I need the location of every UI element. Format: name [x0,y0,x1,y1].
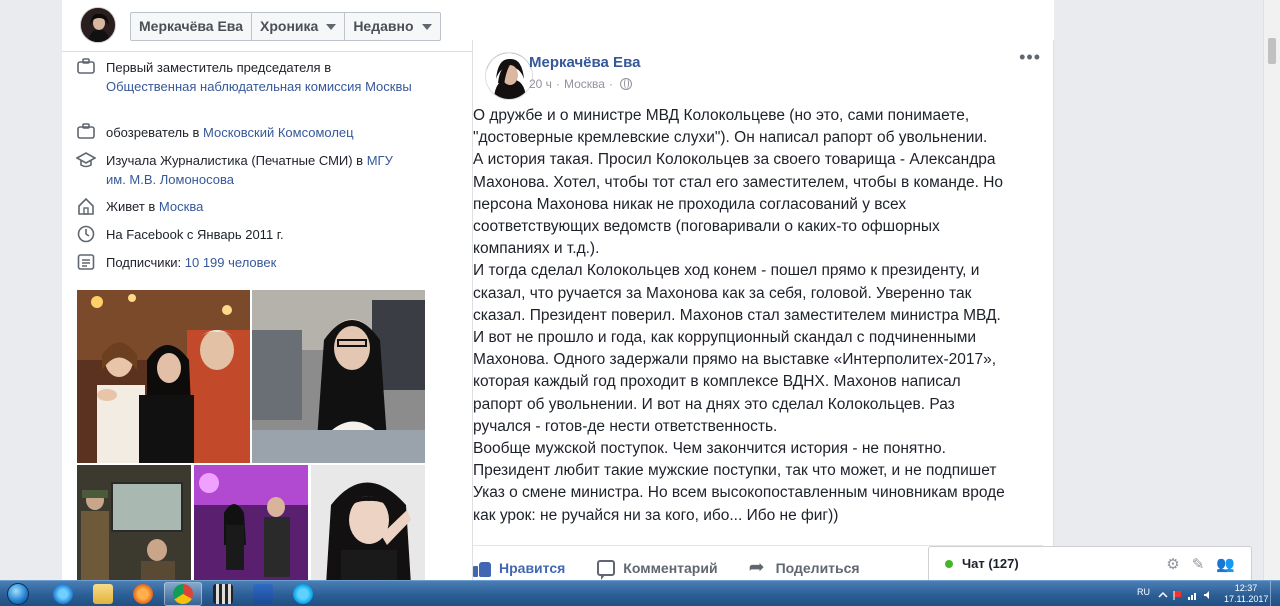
home-icon [76,197,96,217]
avatar-photo [486,53,532,99]
taskbar-chrome[interactable] [164,582,202,606]
comment-label: Комментарий [623,560,718,576]
timeline-dropdown[interactable]: Хроника [252,13,346,40]
taskbar-skype[interactable] [284,582,322,606]
post-meta: 20 ч · Москва · [529,77,632,91]
recent-label: Недавно [353,18,414,34]
caret-down-icon [421,23,432,30]
taskbar-video[interactable] [204,582,242,606]
graduation-cap-icon [75,151,97,171]
caret-down-icon [326,23,337,30]
online-status-dot [945,559,953,568]
intro-text: Живет в [106,199,159,214]
internet-explorer-icon [53,584,73,604]
clock-time: 12:37 [1234,583,1258,593]
share-label: Поделиться [775,560,860,576]
clock-date: 17.11.2017 [1224,594,1269,604]
recent-dropdown[interactable]: Недавно [345,13,439,40]
comment-icon [597,560,616,580]
video-editor-icon [213,584,233,604]
like-label: Нравится [499,560,566,576]
intro-link[interactable]: Московский Комсомолец [203,125,354,140]
taskbar-media[interactable] [124,582,162,606]
breadcrumb: Меркачёва Ева Хроника Недавно [130,12,441,41]
intro-item-lives: Живет в Москва [76,197,416,217]
chat-label: Чат (127) [962,556,1019,571]
volume-icon[interactable] [1203,588,1213,599]
meta-separator: · [608,77,613,91]
taskbar-word[interactable] [244,582,282,606]
post-time[interactable]: 20 ч [529,77,552,91]
like-button[interactable]: Нравится [473,556,565,580]
post-location[interactable]: Москва [564,77,605,91]
briefcase-icon [76,58,96,78]
meta-separator: · [555,77,560,91]
photo-5[interactable] [311,465,425,580]
photo-3[interactable] [77,465,191,580]
language-indicator[interactable]: RU [1137,587,1150,597]
scroll-thumb[interactable] [1268,38,1276,64]
post-options-icon[interactable]: ••• [1019,48,1041,66]
facebook-page: Меркачёва Ева Хроника Недавно Первый зам… [62,0,1054,580]
clock-icon [76,225,96,245]
timeline-label: Хроника [260,18,319,34]
intro-text: обозреватель в [106,125,203,140]
chrome-icon [173,584,193,604]
globe-icon[interactable] [619,78,632,90]
photo-1[interactable] [77,290,250,463]
profile-name-label: Меркачёва Ева [139,18,244,34]
share-button[interactable]: Поделиться [749,556,860,580]
skype-icon [293,584,313,604]
photo-2[interactable] [252,290,425,463]
intro-item-followers: Подписчики: 10 199 человек [76,253,416,273]
word-icon [253,584,273,604]
intro-column: Первый заместитель председателя в Общест… [62,52,440,580]
intro-text: Первый заместитель председателя в [106,60,332,75]
tray-arrow-icon[interactable] [1158,588,1168,598]
intro-item-work: обозреватель в Московский Комсомолец [76,123,416,143]
windows-orb-icon [7,583,29,605]
start-button[interactable] [3,581,33,606]
intro-item-joined: На Facebook с Январь 2011 г. [76,225,416,245]
profile-avatar[interactable] [80,7,116,43]
chat-bar[interactable]: Чат (127) ⚙ ✎ 👥 [928,546,1252,580]
breadcrumb-profile-name[interactable]: Меркачёва Ева [131,13,253,40]
intro-text: Изучала Журналистика (Печатные СМИ) в [106,153,367,168]
intro-text: На Facebook с Январь 2011 г. [106,227,284,242]
intro-link[interactable]: Общественная наблюдательная комиссия Мос… [106,79,412,94]
add-friends-icon[interactable]: 👥 [1216,555,1235,573]
intro-item-position: Первый заместитель председателя в Общест… [76,58,416,96]
post-author-avatar[interactable] [485,52,533,100]
post-author-name[interactable]: Меркачёва Ева [529,54,640,71]
intro-link[interactable]: Москва [159,199,203,214]
flag-icon[interactable] [1173,588,1183,600]
folder-icon [93,584,113,604]
network-icon[interactable] [1188,588,1198,600]
avatar-photo [81,8,115,42]
taskbar-explorer[interactable] [84,582,122,606]
followers-icon [76,253,96,273]
intro-item-education: Изучала Журналистика (Печатные СМИ) в МГ… [75,151,416,189]
tray-clock[interactable]: 12:37 17.11.2017 [1224,583,1268,605]
media-player-icon [133,584,153,604]
share-arrow-icon [749,556,768,578]
intro-text: Подписчики: [106,255,185,270]
intro-link[interactable]: 10 199 человек [185,255,277,270]
show-desktop-button[interactable] [1270,581,1280,606]
briefcase-icon [76,123,96,143]
photo-4[interactable] [194,465,308,580]
windows-taskbar: RU 12:37 17.11.2017 [0,580,1280,606]
gear-icon[interactable]: ⚙ [1166,555,1179,573]
taskbar-ie[interactable] [44,582,82,606]
timeline-post: Меркачёва Ева 20 ч · Москва · ••• О друж… [472,40,1054,580]
thumbs-up-icon [473,559,491,577]
photo-grid [77,290,425,580]
post-body-text: О дружбе и о министре МВД Колокольцеве (… [473,107,1005,524]
compose-icon[interactable]: ✎ [1192,555,1205,573]
comment-button[interactable]: Комментарий [597,556,718,580]
page-scrollbar[interactable] [1263,0,1280,580]
